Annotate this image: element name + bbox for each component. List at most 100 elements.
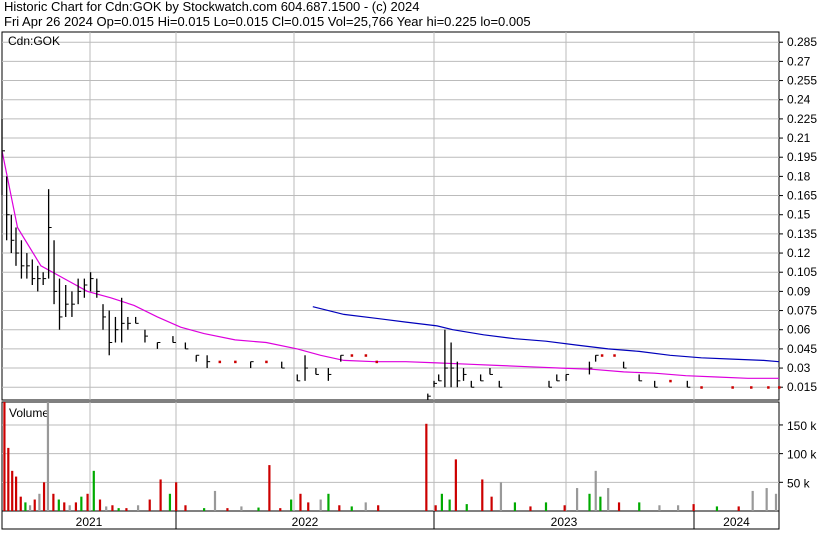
price-dot: [700, 386, 703, 389]
price-dot: [767, 386, 770, 389]
volume-bar: [575, 488, 579, 511]
volume-bar: [98, 499, 102, 511]
price-tick-label: 0.105: [787, 265, 817, 279]
price-dot: [750, 386, 753, 389]
volume-bar: [213, 490, 217, 511]
price-dot: [364, 354, 368, 357]
volume-bar: [529, 506, 532, 511]
volume-bar: [774, 493, 778, 511]
volume-bar: [3, 402, 6, 511]
volume-bar: [46, 402, 50, 511]
volume-bar: [440, 493, 443, 511]
year-label: 2023: [551, 515, 578, 529]
volume-bar: [307, 502, 310, 511]
volume-bar: [52, 493, 55, 511]
stock-chart: 0.285 0.27 0.255 0.24 0.225 0.21 0.195 0.18 0.16…: [1, 31, 817, 530]
volume-bar: [638, 502, 641, 511]
volume-bar: [159, 479, 162, 511]
volume-bar: [117, 508, 120, 511]
volume-bar: [19, 496, 22, 511]
volume-bar: [74, 502, 78, 511]
volume-bar: [63, 502, 66, 511]
price-panel: [1, 31, 780, 401]
volume-bar: [319, 499, 322, 511]
volume-bar: [454, 459, 457, 511]
volume-bar: [513, 502, 517, 511]
volume-bar: [676, 505, 680, 511]
price-dot: [375, 360, 379, 364]
year-label: 2021: [76, 515, 103, 529]
volume-bar: [268, 465, 271, 511]
volume-panel: [1, 401, 780, 512]
volume-bar: [86, 493, 89, 511]
volume-bar: [658, 505, 661, 511]
volume-bar: [136, 505, 140, 511]
volume-bar: [338, 505, 341, 511]
volume-bar: [175, 482, 178, 511]
volume-bar: [148, 499, 151, 511]
volume-bar: [715, 506, 719, 511]
volume-bar: [11, 470, 14, 511]
price-dot: [778, 386, 781, 389]
volume-bar: [588, 493, 591, 511]
volume-bar: [425, 423, 428, 511]
x-axis-band: [1, 510, 780, 530]
volume-bar: [105, 506, 108, 511]
volume-bar: [299, 493, 302, 511]
volume-bar: [203, 508, 206, 511]
price-dot: [350, 354, 354, 357]
volume-tick-label: 150 k: [787, 419, 817, 433]
volume-bar: [434, 505, 437, 511]
price-tick-label: 0.06: [787, 323, 811, 337]
volume-bar: [184, 505, 187, 511]
price-tick-label: 0.255: [787, 74, 817, 88]
volume-bar: [42, 482, 46, 511]
price-tick-label: 0.24: [787, 93, 811, 107]
volume-bar: [765, 488, 768, 511]
volume-bar: [14, 476, 18, 511]
volume-label: Volume: [9, 406, 49, 420]
price-tick-label: 0.045: [787, 342, 817, 356]
price-tick-label: 0.135: [787, 227, 817, 241]
price-dot: [218, 360, 222, 364]
volume-bar: [7, 447, 10, 511]
volume-bar: [257, 507, 260, 511]
price-tick-label: 0.03: [787, 361, 811, 375]
volume-bar: [327, 493, 330, 511]
volume-bar: [490, 496, 493, 511]
volume-bar: [226, 508, 229, 511]
volume-bar: [80, 496, 83, 511]
volume-bar: [125, 508, 128, 511]
volume-bar: [28, 505, 32, 511]
price-tick-label: 0.21: [787, 131, 811, 145]
volume-bar: [38, 493, 41, 511]
volume-bar: [24, 502, 27, 511]
volume-bar: [33, 499, 36, 511]
price-tick-label: 0.27: [787, 54, 811, 68]
volume-bar: [563, 505, 566, 511]
volume-bar: [350, 506, 353, 511]
price-tick-label: 0.195: [787, 150, 817, 164]
volume-bar: [111, 505, 114, 511]
symbol-label: Cdn:GOK: [8, 34, 60, 48]
price-tick-label: 0.285: [787, 35, 817, 49]
price-tick-label: 0.165: [787, 189, 817, 203]
price-dot: [613, 354, 616, 357]
price-dot: [669, 379, 672, 383]
price-tick-label: 0.18: [787, 169, 811, 183]
volume-bar: [481, 479, 484, 511]
volume-bar: [364, 502, 367, 511]
volume-bar: [499, 482, 503, 511]
volume-bar: [692, 504, 695, 511]
price-dot: [731, 386, 734, 389]
price-tick-label: 0.075: [787, 304, 817, 318]
volume-bar: [599, 496, 602, 511]
volume-bar: [617, 502, 621, 511]
volume-bar: [92, 470, 95, 511]
volume-bar: [377, 505, 380, 511]
price-dot: [234, 360, 237, 364]
volume-bar: [544, 502, 548, 511]
volume-bar: [594, 470, 597, 511]
volume-tick-label: 100 k: [787, 448, 817, 462]
price-tick-label: 0.225: [787, 112, 817, 126]
